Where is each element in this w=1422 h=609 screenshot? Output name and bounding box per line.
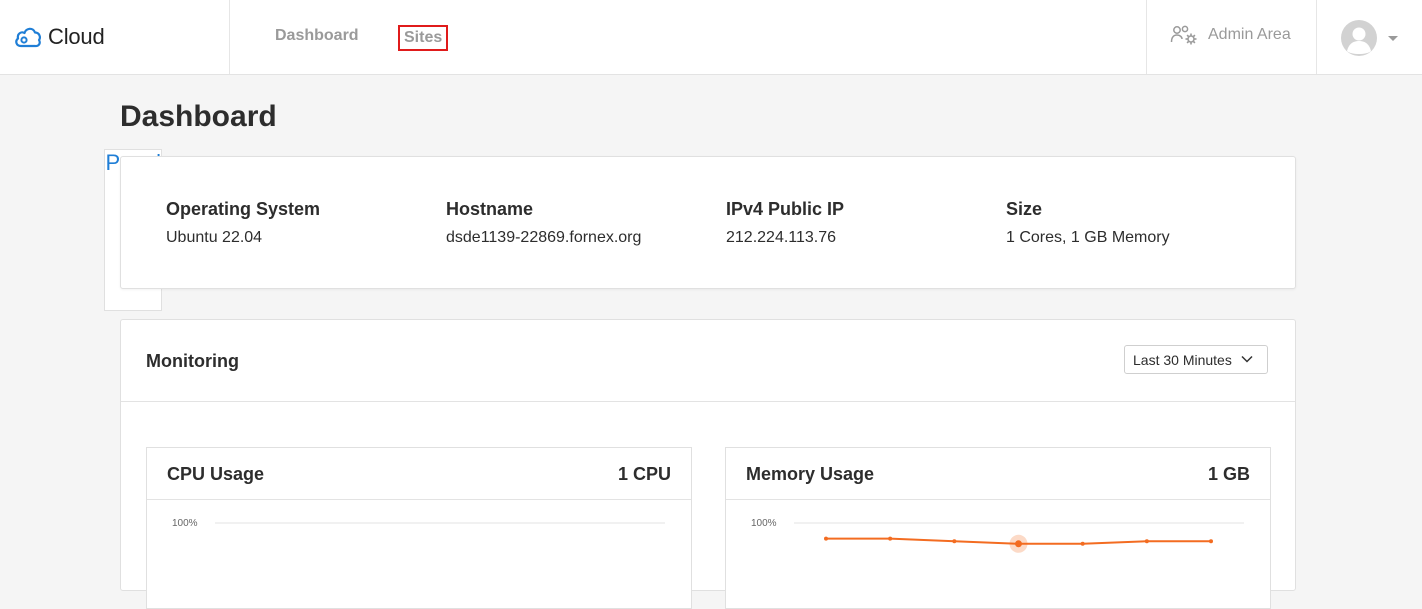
monitoring-header: Monitoring Last 30 Minutes xyxy=(121,320,1295,402)
divider xyxy=(229,0,230,74)
hostname-label: Hostname xyxy=(446,199,534,219)
cpu-usage-panel: CPU Usage 1 CPU 100% xyxy=(146,447,692,609)
user-menu[interactable] xyxy=(1340,19,1398,57)
memory-data-point[interactable] xyxy=(1080,541,1085,546)
top-navbar: CloudPanel Dashboard Sites Admin Area xyxy=(0,0,1422,311)
users-gear-icon xyxy=(1170,25,1197,45)
memory-total: 1 GB xyxy=(1207,464,1250,484)
hostname-info: Hostname dsde1139-22869.fornex.org xyxy=(446,199,641,247)
admin-area-link[interactable]: Admin Area xyxy=(1170,24,1291,46)
chevron-down-icon xyxy=(1388,35,1398,41)
size-value: 1 Cores, 1 GB Memory xyxy=(1006,229,1170,246)
memory-data-point[interactable] xyxy=(1015,540,1022,548)
time-range-value: Last 30 Minutes xyxy=(1133,351,1232,368)
cpu-panel-header: CPU Usage 1 CPU xyxy=(147,448,691,500)
memory-panel-header: Memory Usage 1 GB xyxy=(726,448,1270,500)
size-label: Size xyxy=(1006,199,1043,219)
memory-data-point[interactable] xyxy=(1209,539,1213,544)
ip-label: IPv4 Public IP xyxy=(726,199,845,219)
server-info-card: Operating System Ubuntu 22.04 Hostname d… xyxy=(120,156,1296,289)
divider xyxy=(1146,0,1147,74)
memory-data-point[interactable] xyxy=(1144,539,1149,544)
cloudpanel-logo[interactable]: CloudPanel xyxy=(14,22,162,311)
os-info: Operating System Ubuntu 22.04 xyxy=(166,199,320,247)
avatar xyxy=(1341,20,1377,56)
hostname-value: dsde1139-22869.fornex.org xyxy=(446,229,642,246)
memory-data-point[interactable] xyxy=(888,536,893,541)
memory-chart: 100% Memory Usage: 92% xyxy=(751,518,1244,553)
memory-data-point[interactable] xyxy=(824,536,828,541)
monitoring-title: Monitoring xyxy=(146,351,239,371)
cpu-chart: 100% xyxy=(172,518,665,529)
memory-panel-title: Memory Usage xyxy=(746,464,875,484)
nav-sites[interactable]: Sites xyxy=(398,25,449,51)
y-tick-label: 100% xyxy=(751,518,777,529)
os-label: Operating System xyxy=(166,199,321,219)
cpu-panel-title: CPU Usage xyxy=(167,464,265,484)
chevron-down-icon xyxy=(1241,355,1253,363)
y-tick-label: 100% xyxy=(172,518,198,529)
memory-usage-panel: Memory Usage 1 GB 100% Memory Usage: 92% xyxy=(725,447,1271,609)
cloud-logo-icon xyxy=(15,27,41,48)
ip-value: 212.224.113.76 xyxy=(726,229,837,246)
admin-area-label: Admin Area xyxy=(1208,26,1291,43)
divider xyxy=(1316,0,1317,74)
os-value: Ubuntu 22.04 xyxy=(166,229,263,246)
time-range-select[interactable]: Last 30 Minutes xyxy=(1124,345,1268,374)
size-info: Size 1 Cores, 1 GB Memory xyxy=(1006,199,1170,247)
monitoring-card: Monitoring Last 30 Minutes CPU Usage 1 C… xyxy=(120,319,1296,609)
ip-info: IPv4 Public IP 212.224.113.76 xyxy=(726,199,844,247)
nav-dashboard[interactable]: Dashboard xyxy=(275,27,359,45)
page-title: Dashboard xyxy=(120,100,277,133)
logo-text-cloud: Cloud xyxy=(48,24,105,49)
cpu-count: 1 CPU xyxy=(617,464,671,484)
memory-data-point[interactable] xyxy=(952,539,957,544)
